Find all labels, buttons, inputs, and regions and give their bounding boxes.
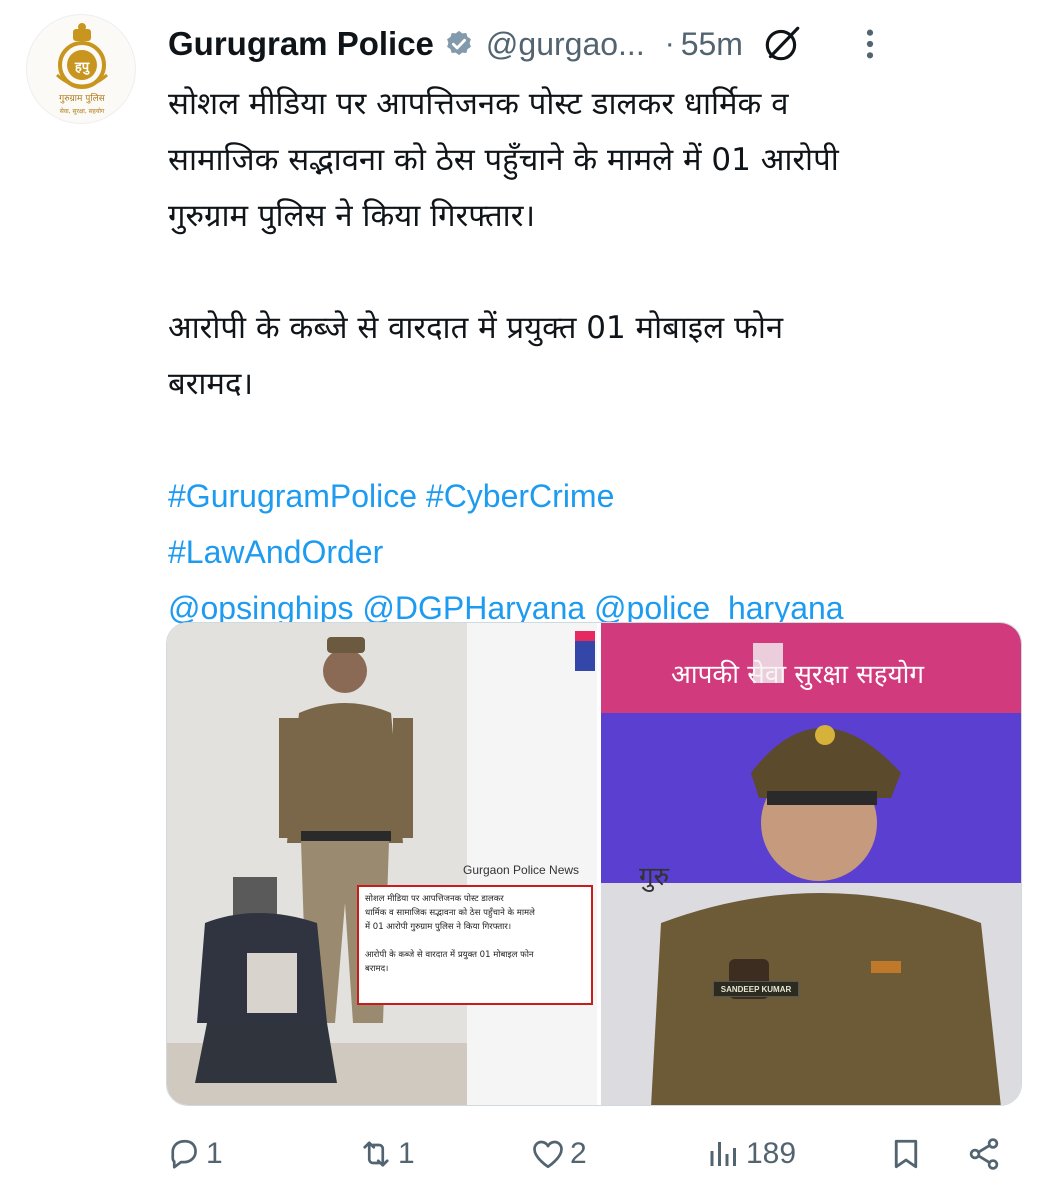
banner-text: आपकी सेवा सुरक्षा सहयोग — [671, 659, 924, 690]
officer-photo-illustration: आपकी सेवा सुरक्षा सहयोग गुरु — [601, 623, 1021, 1105]
avatar-emblem-text: हपु — [74, 60, 90, 75]
overlay-line: बरामद। — [365, 964, 389, 974]
post-text-line: गुरुग्राम पुलिस ने किया गिरफ्तार। — [168, 198, 536, 234]
like-count: 2 — [570, 1137, 587, 1170]
avatar-motto: सेवा, सुरक्षा, सहयोग — [60, 107, 105, 115]
hashtag-links[interactable]: #GurugramPolice #CyberCrime — [168, 468, 1028, 524]
bookmark-icon — [894, 1139, 918, 1169]
bookmark-button[interactable] — [888, 1130, 924, 1178]
media-photo-officer[interactable]: आपकी सेवा सुरक्षा सहयोग गुरु SANDEEP KUM… — [601, 623, 1021, 1105]
views-chart-icon — [710, 1142, 736, 1166]
share-button[interactable] — [966, 1130, 1002, 1178]
hashtag-link-laworder[interactable]: #LawAndOrder — [168, 524, 1028, 580]
author-display-name[interactable]: Gurugram Police — [168, 25, 434, 63]
reply-icon — [171, 1139, 197, 1169]
verified-badge-icon[interactable] — [444, 29, 474, 59]
post-header: Gurugram Police @gurgao... · 55m — [168, 14, 1028, 74]
avatar-subtitle: गुरुग्राम पुलिस — [59, 92, 106, 104]
separator-dot: · — [664, 27, 675, 60]
post-timestamp[interactable]: 55m — [681, 26, 743, 63]
media-photo-arrest[interactable]: Gurgaon Police News सोशल मीडिया पर आपत्त… — [167, 623, 597, 1105]
post-media: Gurgaon Police News सोशल मीडिया पर आपत्त… — [166, 622, 1022, 1106]
repost-icon — [363, 1141, 389, 1167]
post-text-line: सामाजिक सद्भावना को ठेस पहुँचाने के मामल… — [168, 142, 839, 178]
banner-side-text: गुरु — [639, 862, 670, 892]
reply-count: 1 — [206, 1137, 223, 1170]
officer-name-tag: SANDEEP KUMAR — [713, 981, 799, 997]
post-text-line: बरामद। — [168, 366, 254, 402]
view-count: 189 — [746, 1137, 797, 1170]
heart-icon — [533, 1140, 563, 1169]
overlay-line: धार्मिक व सामाजिक सद्भावना को ठेस पहुँचा… — [365, 908, 535, 918]
post-text-line: आरोपी के कब्जे से वारदात में प्रयुक्त 01… — [168, 310, 784, 346]
grok-icon[interactable] — [761, 23, 803, 65]
share-icon — [969, 1138, 999, 1170]
overlay-line: में 01 आरोपी गुरुग्राम पुलिस ने किया गिर… — [365, 922, 512, 932]
overlay-line — [365, 934, 585, 948]
overlay-line: आरोपी के कब्जे से वारदात में प्रयुक्त 01… — [365, 950, 534, 960]
news-text-overlay: सोशल मीडिया पर आपत्तिजनक पोस्ट डालकर धार… — [357, 885, 593, 1005]
author-handle[interactable]: @gurgao... — [486, 26, 645, 63]
post-text: सोशल मीडिया पर आपत्तिजनक पोस्ट डालकर धार… — [168, 76, 1028, 636]
news-channel-label: Gurgaon Police News — [463, 863, 580, 877]
post-text-line: सोशल मीडिया पर आपत्तिजनक पोस्ट डालकर धार… — [168, 86, 789, 122]
overlay-line: सोशल मीडिया पर आपत्तिजनक पोस्ट डालकर — [365, 894, 504, 904]
more-options-icon[interactable] — [853, 27, 887, 61]
views-button[interactable]: 189 — [706, 1130, 796, 1178]
reply-button[interactable]: 1 — [166, 1130, 223, 1178]
repost-button[interactable]: 1 — [358, 1130, 415, 1178]
repost-count: 1 — [398, 1137, 415, 1170]
like-button[interactable]: 2 — [530, 1130, 587, 1178]
post-action-bar: 1 1 2 189 — [166, 1130, 1026, 1178]
author-avatar[interactable]: हपु गुरुग्राम पुलिस सेवा, सुरक्षा, सहयोग — [26, 14, 136, 124]
haryana-police-emblem-icon: हपु गुरुग्राम पुलिस सेवा, सुरक्षा, सहयोग — [56, 23, 108, 115]
